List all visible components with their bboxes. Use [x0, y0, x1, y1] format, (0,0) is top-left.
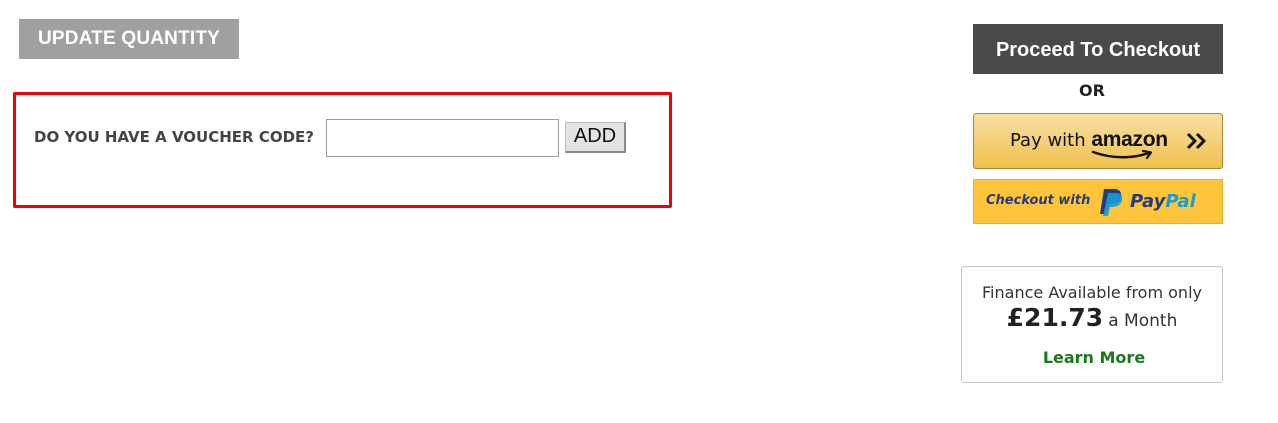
or-divider-text: OR — [1079, 81, 1105, 100]
finance-period-text: a Month — [1108, 311, 1178, 331]
finance-monthly-amount: £21.73 — [1006, 303, 1104, 332]
finance-info-box: Finance Available from only £21.73 a Mon… — [961, 266, 1223, 383]
voucher-add-button[interactable]: ADD — [565, 122, 626, 153]
double-chevron-right-icon — [1186, 132, 1206, 150]
finance-available-text: Finance Available from only — [982, 283, 1202, 302]
voucher-label: DO YOU HAVE A VOUCHER CODE? — [34, 128, 314, 146]
voucher-code-input[interactable] — [326, 119, 559, 157]
update-quantity-button[interactable]: UPDATE QUANTITY — [19, 19, 239, 59]
proceed-to-checkout-button[interactable]: Proceed To Checkout — [973, 24, 1223, 74]
cart-footer: UPDATE QUANTITY DO YOU HAVE A VOUCHER CO… — [0, 0, 1278, 423]
paypal-logo-text: PayPal — [1130, 191, 1196, 212]
amazon-button-label: Pay with amazon — [1010, 128, 1168, 152]
amazon-pay-with-text: Pay with — [1010, 130, 1086, 151]
finance-learn-more-link[interactable]: Learn More — [962, 348, 1226, 367]
voucher-section: DO YOU HAVE A VOUCHER CODE? ADD — [13, 92, 672, 208]
checkout-with-paypal-button[interactable]: Checkout with PayPal — [973, 179, 1223, 224]
paypal-logo-pal: Pal — [1165, 191, 1196, 212]
finance-amount-line: £21.73 a Month — [962, 303, 1222, 332]
paypal-p-icon — [1100, 189, 1123, 216]
pay-with-amazon-button[interactable]: Pay with amazon — [973, 113, 1223, 169]
paypal-logo-pay: Pay — [1130, 191, 1166, 212]
amazon-logo-text: amazon — [1091, 128, 1168, 151]
paypal-checkout-with-text: Checkout with — [986, 193, 1091, 208]
amazon-smile-icon — [1091, 150, 1153, 160]
